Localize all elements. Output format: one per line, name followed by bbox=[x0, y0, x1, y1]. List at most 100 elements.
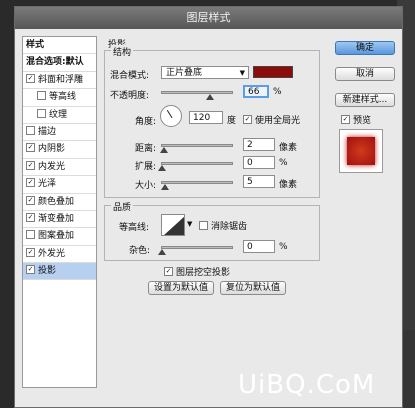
contour-label: 等高线: bbox=[119, 223, 150, 233]
cancel-button[interactable]: 取消 bbox=[335, 67, 395, 81]
blend-mode-select[interactable]: 正片叠底 ▼ bbox=[161, 66, 249, 79]
sidebar-item[interactable]: 图案叠加 bbox=[23, 228, 96, 246]
sidebar-item-label: 内阴影 bbox=[38, 144, 66, 155]
angle-dial[interactable] bbox=[160, 105, 182, 127]
contour-preview[interactable] bbox=[161, 214, 185, 236]
checkbox-icon[interactable] bbox=[26, 125, 35, 135]
spread-label: 扩展: bbox=[135, 162, 157, 172]
sidebar-item[interactable]: ✓ 渐变叠加 bbox=[23, 211, 96, 229]
opacity-slider-thumb[interactable] bbox=[206, 94, 214, 100]
structure-group: 结构 混合模式: 正片叠底 ▼ 不透明度: 66 % 角度: 120 度 ✓ 使用… bbox=[104, 45, 320, 198]
checkbox-icon bbox=[199, 221, 208, 230]
quality-title: 品质 bbox=[111, 200, 134, 213]
angle-label: 角度: bbox=[135, 117, 157, 127]
opacity-label: 不透明度: bbox=[110, 91, 150, 101]
sidebar-item-label: 图案叠加 bbox=[38, 231, 75, 242]
size-label: 大小: bbox=[135, 181, 157, 191]
new-style-button[interactable]: 新建样式... bbox=[335, 93, 395, 107]
sidebar-item-label: 颜色叠加 bbox=[38, 196, 75, 207]
spread-slider[interactable] bbox=[158, 162, 233, 171]
structure-title: 结构 bbox=[111, 45, 134, 58]
drop-shadow-panel: 投影 结构 混合模式: 正片叠底 ▼ 不透明度: 66 % 角度: 120 度 … bbox=[104, 35, 320, 383]
ok-button[interactable]: 确定 bbox=[335, 41, 395, 55]
sidebar-item[interactable]: 样式 bbox=[23, 37, 96, 55]
style-preview-thumbnail bbox=[339, 129, 383, 173]
contour-curve-icon bbox=[164, 216, 184, 235]
layer-style-dialog: 图层样式 样式 混合选项:默认 ✓ 斜面和浮雕 等高线 纹理 描边 ✓ 内阴影 ✓ 内发光 ✓ 光泽 ✓ 颜… bbox=[14, 6, 403, 408]
sidebar-item[interactable]: 混合选项:默认 bbox=[23, 54, 96, 72]
distance-label: 距离: bbox=[135, 144, 157, 154]
size-slider-thumb[interactable] bbox=[161, 184, 169, 190]
sidebar-item[interactable]: ✓ 内发光 bbox=[23, 159, 96, 177]
noise-slider[interactable] bbox=[158, 246, 233, 255]
sidebar-item[interactable]: 等高线 bbox=[23, 89, 96, 107]
opacity-slider[interactable] bbox=[161, 91, 233, 100]
sidebar-item-label: 外发光 bbox=[38, 248, 66, 259]
global-light-checkbox[interactable]: ✓ 使用全局光 bbox=[243, 113, 300, 126]
quality-group: 品质 等高线: ▼ 消除锯齿 杂色: 0 % bbox=[104, 200, 320, 261]
checkbox-icon[interactable] bbox=[37, 91, 46, 101]
checkbox-icon[interactable]: ✓ bbox=[26, 143, 35, 153]
checkbox-icon[interactable] bbox=[37, 108, 46, 118]
sidebar-item-label: 渐变叠加 bbox=[38, 213, 75, 224]
checkbox-icon[interactable]: ✓ bbox=[26, 265, 35, 275]
checkbox-icon[interactable]: ✓ bbox=[26, 195, 35, 205]
checkbox-icon[interactable]: ✓ bbox=[26, 212, 35, 222]
sidebar-item[interactable]: ✓ 颜色叠加 bbox=[23, 194, 96, 211]
watermark-logo: UiBQ.CoM bbox=[238, 370, 376, 400]
sidebar-item[interactable]: 描边 bbox=[23, 124, 96, 142]
spread-unit: % bbox=[279, 158, 288, 168]
sidebar-item-label: 斜面和浮雕 bbox=[38, 74, 84, 85]
checkbox-icon[interactable]: ✓ bbox=[26, 73, 35, 83]
checkbox-icon[interactable]: ✓ bbox=[26, 160, 35, 170]
size-slider[interactable] bbox=[161, 181, 233, 190]
checkbox-icon[interactable]: ✓ bbox=[26, 178, 35, 188]
sidebar-item[interactable]: ✓ 投影 bbox=[23, 263, 96, 281]
checkbox-icon[interactable]: ✓ bbox=[26, 247, 35, 257]
shadow-color-swatch[interactable] bbox=[253, 66, 293, 78]
sidebar-item-label: 纹理 bbox=[49, 109, 68, 120]
sidebar-item[interactable]: ✓ 内阴影 bbox=[23, 141, 96, 159]
chevron-down-icon: ▼ bbox=[239, 69, 245, 77]
sidebar-item-label: 混合选项:默认 bbox=[26, 57, 84, 68]
spread-slider-thumb[interactable] bbox=[158, 165, 166, 171]
noise-label: 杂色: bbox=[129, 246, 151, 256]
checkbox-icon: ✓ bbox=[341, 115, 350, 124]
angle-input[interactable]: 120 bbox=[189, 111, 223, 124]
sidebar-item-label: 样式 bbox=[26, 40, 45, 50]
opacity-input[interactable]: 66 bbox=[243, 85, 269, 98]
sidebar-item-label: 内发光 bbox=[38, 161, 66, 172]
sidebar-item[interactable]: ✓ 外发光 bbox=[23, 246, 96, 264]
checkbox-icon[interactable] bbox=[26, 230, 35, 240]
distance-unit: 像素 bbox=[279, 143, 298, 153]
size-unit: 像素 bbox=[279, 180, 298, 190]
noise-unit: % bbox=[279, 242, 288, 252]
styles-sidebar: 样式 混合选项:默认 ✓ 斜面和浮雕 等高线 纹理 描边 ✓ 内阴影 ✓ 内发光 ✓ 光泽 ✓ 颜色叠加 ✓ 渐… bbox=[22, 36, 97, 388]
opacity-unit: % bbox=[273, 87, 282, 97]
checkbox-icon: ✓ bbox=[164, 267, 173, 276]
angle-unit: 度 bbox=[227, 116, 237, 126]
sidebar-item-label: 等高线 bbox=[49, 92, 77, 103]
dialog-title: 图层样式 bbox=[15, 7, 402, 29]
reset-default-button[interactable]: 复位为默认值 bbox=[220, 281, 286, 295]
anti-alias-checkbox[interactable]: 消除锯齿 bbox=[199, 219, 247, 232]
noise-input[interactable]: 0 bbox=[243, 240, 275, 253]
noise-slider-thumb[interactable] bbox=[158, 249, 166, 255]
spread-input[interactable]: 0 bbox=[243, 156, 275, 169]
preview-checkbox[interactable]: ✓ 预览 bbox=[341, 113, 371, 126]
distance-slider-thumb[interactable] bbox=[160, 147, 168, 153]
distance-slider[interactable] bbox=[160, 144, 233, 153]
sidebar-item-label: 描边 bbox=[38, 126, 57, 137]
checkbox-icon: ✓ bbox=[243, 115, 252, 124]
sidebar-item[interactable]: ✓ 光泽 bbox=[23, 176, 96, 194]
sidebar-item[interactable]: 纹理 bbox=[23, 107, 96, 124]
blend-mode-label: 混合模式: bbox=[110, 71, 150, 81]
sidebar-item-label: 投影 bbox=[38, 266, 57, 277]
chevron-down-icon[interactable]: ▼ bbox=[187, 220, 192, 228]
size-input[interactable]: 5 bbox=[243, 175, 275, 188]
distance-input[interactable]: 2 bbox=[243, 138, 275, 151]
make-default-button[interactable]: 设置为默认值 bbox=[148, 281, 214, 295]
knockout-checkbox[interactable]: ✓ 图层挖空投影 bbox=[164, 265, 230, 278]
sidebar-item[interactable]: ✓ 斜面和浮雕 bbox=[23, 72, 96, 90]
sidebar-item-label: 光泽 bbox=[38, 179, 57, 190]
